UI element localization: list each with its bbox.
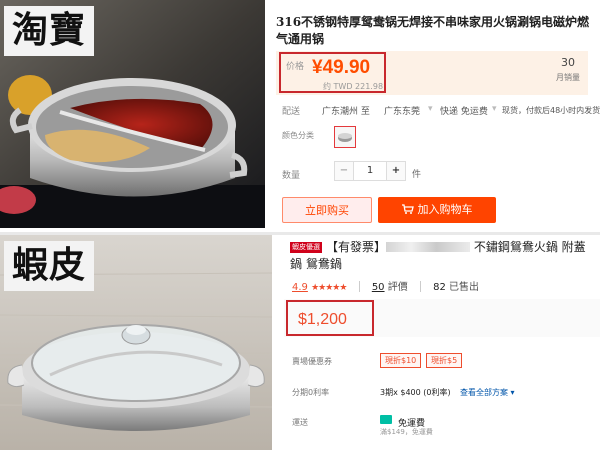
shopee-title-line2: 鍋 鴛鴦鍋 xyxy=(290,257,342,271)
view-all-plans-label: 查看全部方案 xyxy=(460,388,508,397)
quantity-minus-button[interactable]: − xyxy=(335,162,353,180)
stats-separator xyxy=(419,281,421,292)
shopee-mall-tag: 蝦皮優選 xyxy=(290,242,322,253)
coupon-badge-5[interactable]: 現折$5 xyxy=(426,353,463,368)
shopee-panel: 蝦皮 蝦皮優選 【有發票】 不鏽鋼鴛鴦火鍋 附蓋 鍋 鴛鴦鍋 4.9 ★★★★★ … xyxy=(0,235,600,450)
taobao-quantity-stepper: − 1 + xyxy=(334,161,406,181)
taobao-monthly-sales-count: 30 xyxy=(561,56,575,69)
coupon-badge-10[interactable]: 現折$10 xyxy=(380,353,422,368)
taobao-ship-from: 广东潮州 至 xyxy=(322,107,370,117)
quantity-input[interactable]: 1 xyxy=(353,162,387,180)
taobao-panel: 淘寶 316不锈钢特厚鸳鸯锅无焊接不串味家用火锅涮锅电磁炉燃气通用锅 价格 ¥4… xyxy=(0,0,600,232)
shopee-rating-value[interactable]: 4.9 xyxy=(292,282,308,293)
blurred-text xyxy=(386,242,471,252)
chevron-down-icon: ▾ xyxy=(492,104,497,114)
shopee-title-prefix: 【有發票】 xyxy=(326,240,387,254)
star-rating-icon: ★★★★★ xyxy=(311,283,347,293)
shopee-sold-label: 已售出 xyxy=(449,282,480,293)
stats-separator xyxy=(358,281,360,292)
cart-icon xyxy=(401,204,414,214)
taobao-price-box: 价格 ¥49.90 约 TWD 221.98 30 月销量 xyxy=(276,51,588,95)
shopee-reviews-label: 評價 xyxy=(387,282,408,293)
shopee-price: $1,200 xyxy=(298,311,347,328)
buy-now-button[interactable]: 立即购买 xyxy=(282,197,372,223)
shopee-product-image[interactable]: 蝦皮 xyxy=(0,235,272,450)
add-to-cart-label: 加入购物车 xyxy=(417,203,473,216)
free-shipping-truck-icon xyxy=(380,415,392,424)
taobao-price-converted: 约 TWD 221.98 xyxy=(323,82,384,91)
quantity-plus-button[interactable]: + xyxy=(387,162,405,180)
pot-thumbnail-icon xyxy=(338,133,352,142)
taobao-ship-method: 快递 免运费 xyxy=(440,107,488,117)
shopee-price-box: $1,200 xyxy=(284,299,600,337)
taobao-color-label: 颜色分类 xyxy=(282,131,314,140)
taobao-monthly-sales-label: 月销量 xyxy=(556,73,580,82)
add-to-cart-button[interactable]: 加入购物车 xyxy=(378,197,496,223)
taobao-quantity-label: 数量 xyxy=(282,171,301,181)
shopee-coupon-label: 賣場優惠券 xyxy=(292,357,332,366)
shopee-price-highlight-frame: $1,200 xyxy=(286,300,374,336)
chevron-down-icon: ▾ xyxy=(510,388,515,397)
shopee-product-title: 蝦皮優選 【有發票】 不鏽鋼鴛鴦火鍋 附蓋 鍋 鴛鴦鍋 xyxy=(290,239,600,273)
taobao-ship-note: 现货，付款后48小时内发货 xyxy=(502,106,600,115)
taobao-product-info: 316不锈钢特厚鸳鸯锅无焊接不串味家用火锅涮锅电磁炉燃气通用锅 价格 ¥49.9… xyxy=(268,0,600,228)
taobao-product-image[interactable]: 淘寶 xyxy=(0,0,265,228)
taobao-price: ¥49.90 xyxy=(312,57,371,78)
shopee-title-visible: 不鏽鋼鴛鴦火鍋 附蓋 xyxy=(473,240,586,254)
taobao-ship-to[interactable]: 广东东莞 xyxy=(384,104,420,117)
view-all-plans-link[interactable]: 查看全部方案 ▾ xyxy=(460,387,515,398)
taobao-quantity-unit: 件 xyxy=(412,170,422,180)
shopee-reviews-count[interactable]: 50 xyxy=(372,282,385,293)
shopee-sold-count: 82 xyxy=(433,282,446,293)
shopee-shipping-sub: 滿$149，免運費 xyxy=(380,428,433,436)
shopee-installment-label: 分期0利率 xyxy=(292,388,330,397)
taobao-platform-badge: 淘寶 xyxy=(4,6,95,56)
taobao-color-swatch[interactable] xyxy=(334,126,356,148)
shopee-platform-badge: 蝦皮 xyxy=(4,241,95,291)
chevron-down-icon: ▾ xyxy=(428,104,433,114)
taobao-shipping-label: 配送 xyxy=(282,107,301,117)
shopee-product-info: 蝦皮優選 【有發票】 不鏽鋼鴛鴦火鍋 附蓋 鍋 鴛鴦鍋 4.9 ★★★★★ 50 … xyxy=(282,235,600,450)
shopee-stats-row: 4.9 ★★★★★ 50 評價 82 已售出 xyxy=(292,278,479,293)
shopee-shipping-label: 運送 xyxy=(292,418,308,427)
taobao-price-highlight-frame: ¥49.90 约 TWD 221.98 xyxy=(279,52,386,93)
taobao-product-title: 316不锈钢特厚鸳鸯锅无焊接不串味家用火锅涮锅电磁炉燃气通用锅 xyxy=(276,15,590,46)
shopee-installment-value: 3期x $400 (0利率) xyxy=(380,388,451,397)
taobao-monthly-sales: 30 月销量 xyxy=(556,56,580,83)
